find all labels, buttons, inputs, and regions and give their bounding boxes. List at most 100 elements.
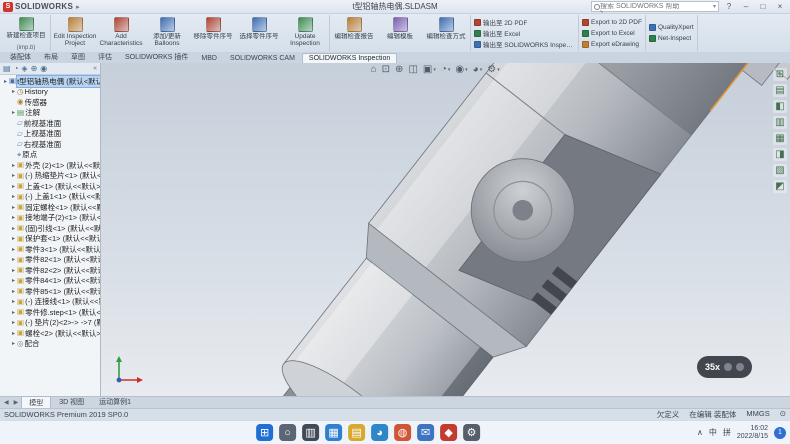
tab-SOLIDWORKS Inspection[interactable]: SOLIDWORKS Inspection — [302, 53, 397, 63]
edit-appearance-icon[interactable]: ◕▾ — [473, 64, 483, 75]
tree-item[interactable]: ▸▣(-) 垫片(2)<2>-> ->7 (默认<<默认>_显示状态 1>) — [0, 318, 100, 329]
task-view-icon[interactable]: ▥ — [302, 424, 319, 441]
tree-item[interactable]: ▸▣零件82<2> (默认<<默认>_显示状态 1>) — [0, 265, 100, 276]
ribbon-button-4-1[interactable]: Export to Excel — [582, 28, 642, 38]
inspection-tool-6-icon[interactable]: ◨ — [773, 148, 787, 161]
inspection-tool-8-icon[interactable]: ◩ — [773, 180, 787, 193]
tree-expand-icon[interactable]: ▸ — [10, 183, 17, 190]
graphics-viewport[interactable]: ⌂⊡⊕◫▣▾◔▾◉▾◕▾⚙▾ ⊞▤◧▥▦◨▧◩ 35x — [101, 63, 790, 396]
input-language-indicator[interactable]: 中 — [709, 427, 717, 438]
view-settings-icon[interactable]: ⚙▾ — [487, 64, 499, 75]
tree-item[interactable]: ▸▣零件修.step<1> (默认<<默认>_显示状态 1>) — [0, 307, 100, 318]
ribbon-button-3-2[interactable]: 输出至 SOLIDWORKS Inspection 项目 — [474, 39, 575, 49]
ribbon-button-3-1[interactable]: 输出至 Excel — [474, 28, 575, 38]
tabs-next-icon[interactable]: ▶ — [12, 399, 21, 406]
tree-item[interactable]: ▸▣t型铝轴热电偶 (默认<默认_显示状态-1>) — [0, 76, 100, 87]
tree-expand-icon[interactable]: ▸ — [10, 204, 17, 211]
propertymanager-tab[interactable]: ◔ — [14, 64, 19, 74]
search-caret-icon[interactable]: ▾ — [713, 3, 716, 10]
tree-expand-icon[interactable]: ▸ — [10, 267, 17, 274]
ribbon-button-1-0[interactable]: Edit Inspection Project — [52, 15, 98, 51]
ribbon-button-1-1[interactable]: Add Characteristics — [98, 15, 144, 51]
tree-item[interactable]: ▸▤注解 — [0, 108, 100, 119]
start-button[interactable]: ⊞ — [256, 424, 273, 441]
section-view-icon[interactable]: ◫ — [408, 64, 417, 75]
ribbon-button-1-3[interactable]: 移除零件序号 — [190, 15, 236, 51]
featuremanager-tab[interactable]: ▤ — [3, 64, 11, 74]
minimize-button[interactable]: – — [739, 1, 753, 12]
zoom-speed-badge[interactable]: 35x — [697, 356, 752, 378]
tree-expand-icon[interactable]: ▸ — [10, 246, 17, 253]
ribbon-button-2-1[interactable]: 编辑模板 — [377, 15, 423, 51]
browser-icon[interactable]: ◍ — [394, 424, 411, 441]
inspection-tool-7-icon[interactable]: ▧ — [773, 164, 787, 177]
tree-expand-icon[interactable]: ▸ — [10, 235, 17, 242]
tree-item[interactable]: ▸▣零件84<1> (默认<<默认>_显示状态 1>) — [0, 276, 100, 287]
tab-MBD[interactable]: MBD — [195, 54, 223, 63]
dropdown-caret-icon[interactable]: ▾ — [433, 67, 436, 73]
ribbon-button-4-2[interactable]: Export eDrawing — [582, 39, 642, 49]
inspection-tool-5-icon[interactable]: ▦ — [773, 132, 787, 145]
ribbon-button-3-0[interactable]: 输出至 2D PDF — [474, 17, 575, 27]
configuration-tab[interactable]: ◈ — [21, 64, 27, 74]
tree-expand-icon[interactable]: ▸ — [10, 193, 17, 200]
tab-布局[interactable]: 布局 — [38, 51, 64, 63]
tab-装配体[interactable]: 装配体 — [4, 51, 37, 63]
previous-view-icon[interactable]: ⊕ — [395, 64, 403, 75]
widgets-icon[interactable]: ▦ — [325, 424, 342, 441]
ribbon-button-1-5[interactable]: Update Inspection Project — [282, 15, 328, 51]
tree-expand-icon[interactable]: ▸ — [10, 340, 17, 347]
tree-expand-icon[interactable]: ▸ — [10, 109, 17, 116]
tree-expand-icon[interactable]: ▸ — [2, 78, 9, 85]
inspection-tool-3-icon[interactable]: ◧ — [773, 100, 787, 113]
ribbon-button-1-2[interactable]: 添加/更新 Balloons — [144, 15, 190, 51]
displaymanager-tab[interactable]: ◉ — [40, 64, 47, 74]
tree-expand-icon[interactable]: ▸ — [10, 88, 17, 95]
inspection-tool-1-icon[interactable]: ⊞ — [773, 68, 787, 81]
tree-expand-icon[interactable]: ▸ — [10, 225, 17, 232]
solidworks-icon[interactable]: ◆ — [440, 424, 457, 441]
tree-item[interactable]: ▱前视基准面 — [0, 118, 100, 129]
tab-评估[interactable]: 评估 — [92, 51, 118, 63]
dimxpert-tab[interactable]: ⊕ — [31, 64, 38, 74]
tree-expand-icon[interactable]: ▸ — [10, 162, 17, 169]
ribbon-button-2-0[interactable]: 编辑检查报告 — [331, 15, 377, 51]
ime-indicator[interactable]: 拼 — [723, 427, 731, 438]
tree-item[interactable]: ▸▣固定螺栓<1> (默认<<默认>_显示状态 1>) — [0, 202, 100, 213]
tab-草图[interactable]: 草图 — [65, 51, 91, 63]
notification-badge[interactable]: 1 — [774, 427, 786, 439]
tab-SOLIDWORKS CAM[interactable]: SOLIDWORKS CAM — [224, 54, 301, 63]
help-button[interactable]: ? — [722, 1, 736, 12]
ribbon-button-1-4[interactable]: 选择零件序号 — [236, 15, 282, 51]
model-3d[interactable] — [101, 63, 790, 396]
zoom-area-icon[interactable]: ⊡ — [382, 64, 390, 75]
tree-item[interactable]: ▸▣外壳 (2)<1> (默认<<默认>_显示状态 1>) — [0, 160, 100, 171]
tree-item[interactable]: ▱右视基准面 — [0, 139, 100, 150]
tree-item[interactable]: ▸◷History — [0, 87, 100, 98]
panel-collapse-icon[interactable]: « — [93, 65, 97, 72]
maximize-button[interactable]: □ — [756, 1, 770, 12]
tree-item[interactable]: ▸▣接地端子(2)<1> (默认<<默认>_显示状态 1>) — [0, 213, 100, 224]
tree-expand-icon[interactable]: ▸ — [10, 288, 17, 295]
tree-item[interactable]: ▸◎配合 — [0, 339, 100, 350]
view-orientation-icon[interactable]: ▣▾ — [423, 64, 436, 75]
edge-icon[interactable]: ◕ — [371, 424, 388, 441]
settings-icon[interactable]: ⚙ — [463, 424, 480, 441]
tree-expand-icon[interactable]: ▸ — [10, 277, 17, 284]
tree-item[interactable]: ▸▣螺栓<2> (默认<<默认>_显示状态 1>) — [0, 328, 100, 339]
tray-expand-icon[interactable]: ∧ — [697, 428, 703, 437]
tree-expand-icon[interactable]: ▸ — [10, 298, 17, 305]
ribbon-button-5-0[interactable]: QualityXpert — [649, 23, 694, 33]
dropdown-caret-icon[interactable]: ▾ — [465, 67, 468, 73]
help-search[interactable]: ▾ — [591, 1, 719, 12]
ribbon-button-5-1[interactable]: Net-Inspect — [649, 34, 694, 44]
tree-expand-icon[interactable]: ▸ — [10, 319, 17, 326]
dropdown-caret-icon[interactable]: ▾ — [497, 67, 500, 73]
tree-expand-icon[interactable]: ▸ — [10, 330, 17, 337]
zoom-fit-icon[interactable]: ⌂ — [371, 64, 377, 75]
display-style-icon[interactable]: ◔▾ — [441, 64, 451, 75]
tree-item[interactable]: ▱上视基准面 — [0, 129, 100, 140]
tabs-prev-icon[interactable]: ◀ — [2, 399, 11, 406]
tree-item[interactable]: ▸▣保护套<1> (默认<<默认>_显示状态 1>) — [0, 234, 100, 245]
ribbon-button-2-2[interactable]: 编辑检查方式 — [423, 15, 469, 51]
